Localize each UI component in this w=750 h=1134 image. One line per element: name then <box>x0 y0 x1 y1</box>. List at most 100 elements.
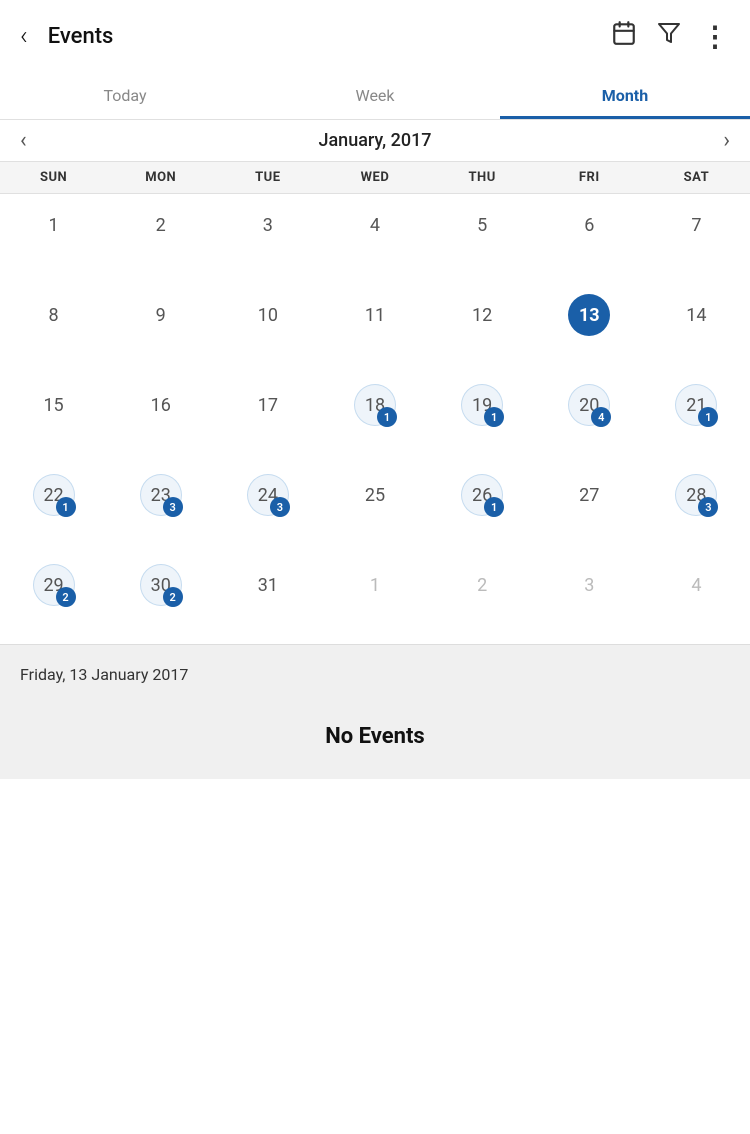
calendar-cell[interactable]: 13 <box>536 284 643 374</box>
calendar-cell[interactable]: 1 <box>321 554 428 644</box>
day-number: 1 <box>354 564 396 606</box>
event-badge: 2 <box>56 587 76 607</box>
day-number: 27 <box>568 474 610 516</box>
calendar-cell[interactable]: 261 <box>429 464 536 554</box>
next-month-button[interactable]: › <box>703 128 750 153</box>
day-number: 8 <box>33 294 75 336</box>
calendar-cell[interactable]: 1 <box>0 194 107 284</box>
day-number: 12 <box>461 294 503 336</box>
bottom-panel: Friday, 13 January 2017 No Events <box>0 644 750 779</box>
day-number: 13 <box>568 294 610 336</box>
calendar-cell[interactable]: 221 <box>0 464 107 554</box>
day-header-wed: WED <box>321 170 428 185</box>
calendar-cell[interactable]: 25 <box>321 464 428 554</box>
day-header-tue: TUE <box>214 170 321 185</box>
filter-icon[interactable] <box>657 21 681 51</box>
calendar-cell[interactable]: 27 <box>536 464 643 554</box>
day-number: 14 <box>675 294 717 336</box>
calendar-cell[interactable]: 243 <box>214 464 321 554</box>
calendar-cell[interactable]: 204 <box>536 374 643 464</box>
day-number: 302 <box>140 564 182 606</box>
day-number: 2 <box>140 204 182 246</box>
day-number: 6 <box>568 204 610 246</box>
more-icon[interactable]: ⋮ <box>701 20 730 53</box>
calendar-cell[interactable]: 6 <box>536 194 643 284</box>
calendar-cell[interactable]: 3 <box>536 554 643 644</box>
day-header-fri: FRI <box>536 170 643 185</box>
day-number: 292 <box>33 564 75 606</box>
calendar-cell[interactable]: 181 <box>321 374 428 464</box>
day-number: 25 <box>354 474 396 516</box>
tab-week[interactable]: Week <box>250 72 500 119</box>
day-header-sat: SAT <box>643 170 750 185</box>
day-header-sun: SUN <box>0 170 107 185</box>
day-number: 221 <box>33 474 75 516</box>
header: ‹ Events ⋮ <box>0 0 750 72</box>
day-number: 9 <box>140 294 182 336</box>
selected-date: Friday, 13 January 2017 <box>20 665 730 684</box>
day-number: 15 <box>33 384 75 426</box>
calendar-cell[interactable]: 16 <box>107 374 214 464</box>
calendar-cell[interactable]: 31 <box>214 554 321 644</box>
calendar-grid: 1234567891011121314151617181191204211221… <box>0 194 750 644</box>
header-icons: ⋮ <box>611 20 730 53</box>
calendar-cell[interactable]: 2 <box>107 194 214 284</box>
day-number: 4 <box>354 204 396 246</box>
calendar-cell[interactable]: 2 <box>429 554 536 644</box>
event-badge: 1 <box>56 497 76 517</box>
calendar-cell[interactable]: 292 <box>0 554 107 644</box>
calendar-cell[interactable]: 191 <box>429 374 536 464</box>
calendar-cell[interactable]: 283 <box>643 464 750 554</box>
month-nav: ‹ January, 2017 › <box>0 120 750 162</box>
day-number: 5 <box>461 204 503 246</box>
day-number: 31 <box>247 564 289 606</box>
calendar-cell[interactable]: 4 <box>321 194 428 284</box>
calendar-cell[interactable]: 7 <box>643 194 750 284</box>
day-number: 283 <box>675 474 717 516</box>
page-title: Events <box>48 24 114 49</box>
calendar-cell[interactable]: 4 <box>643 554 750 644</box>
calendar-cell[interactable]: 14 <box>643 284 750 374</box>
calendar-cell[interactable]: 15 <box>0 374 107 464</box>
tab-today[interactable]: Today <box>0 72 250 119</box>
header-left: ‹ Events <box>20 21 113 51</box>
event-badge: 2 <box>163 587 183 607</box>
tabs: Today Week Month <box>0 72 750 120</box>
event-badge: 1 <box>698 407 718 427</box>
calendar-cell[interactable]: 302 <box>107 554 214 644</box>
calendar-cell[interactable]: 11 <box>321 284 428 374</box>
calendar-cell[interactable]: 5 <box>429 194 536 284</box>
event-badge: 3 <box>163 497 183 517</box>
day-number: 11 <box>354 294 396 336</box>
day-number: 1 <box>33 204 75 246</box>
day-number: 3 <box>247 204 289 246</box>
day-number: 4 <box>675 564 717 606</box>
calendar-cell[interactable]: 3 <box>214 194 321 284</box>
event-badge: 3 <box>698 497 718 517</box>
prev-month-button[interactable]: ‹ <box>0 128 47 153</box>
day-number: 7 <box>675 204 717 246</box>
event-badge: 1 <box>484 407 504 427</box>
calendar-cell[interactable]: 8 <box>0 284 107 374</box>
day-number: 261 <box>461 474 503 516</box>
day-number: 233 <box>140 474 182 516</box>
calendar-icon[interactable] <box>611 20 637 52</box>
back-button[interactable]: ‹ <box>20 21 28 51</box>
day-number: 204 <box>568 384 610 426</box>
day-number: 16 <box>140 384 182 426</box>
event-badge: 1 <box>484 497 504 517</box>
calendar-cell[interactable]: 9 <box>107 284 214 374</box>
calendar-cell[interactable]: 12 <box>429 284 536 374</box>
calendar-cell[interactable]: 233 <box>107 464 214 554</box>
event-badge: 4 <box>591 407 611 427</box>
day-number: 10 <box>247 294 289 336</box>
calendar-cell[interactable]: 211 <box>643 374 750 464</box>
day-header-mon: MON <box>107 170 214 185</box>
tab-month[interactable]: Month <box>500 72 750 119</box>
day-number: 17 <box>247 384 289 426</box>
calendar-cell[interactable]: 17 <box>214 374 321 464</box>
event-badge: 3 <box>270 497 290 517</box>
day-number: 191 <box>461 384 503 426</box>
calendar-cell[interactable]: 10 <box>214 284 321 374</box>
day-number: 211 <box>675 384 717 426</box>
